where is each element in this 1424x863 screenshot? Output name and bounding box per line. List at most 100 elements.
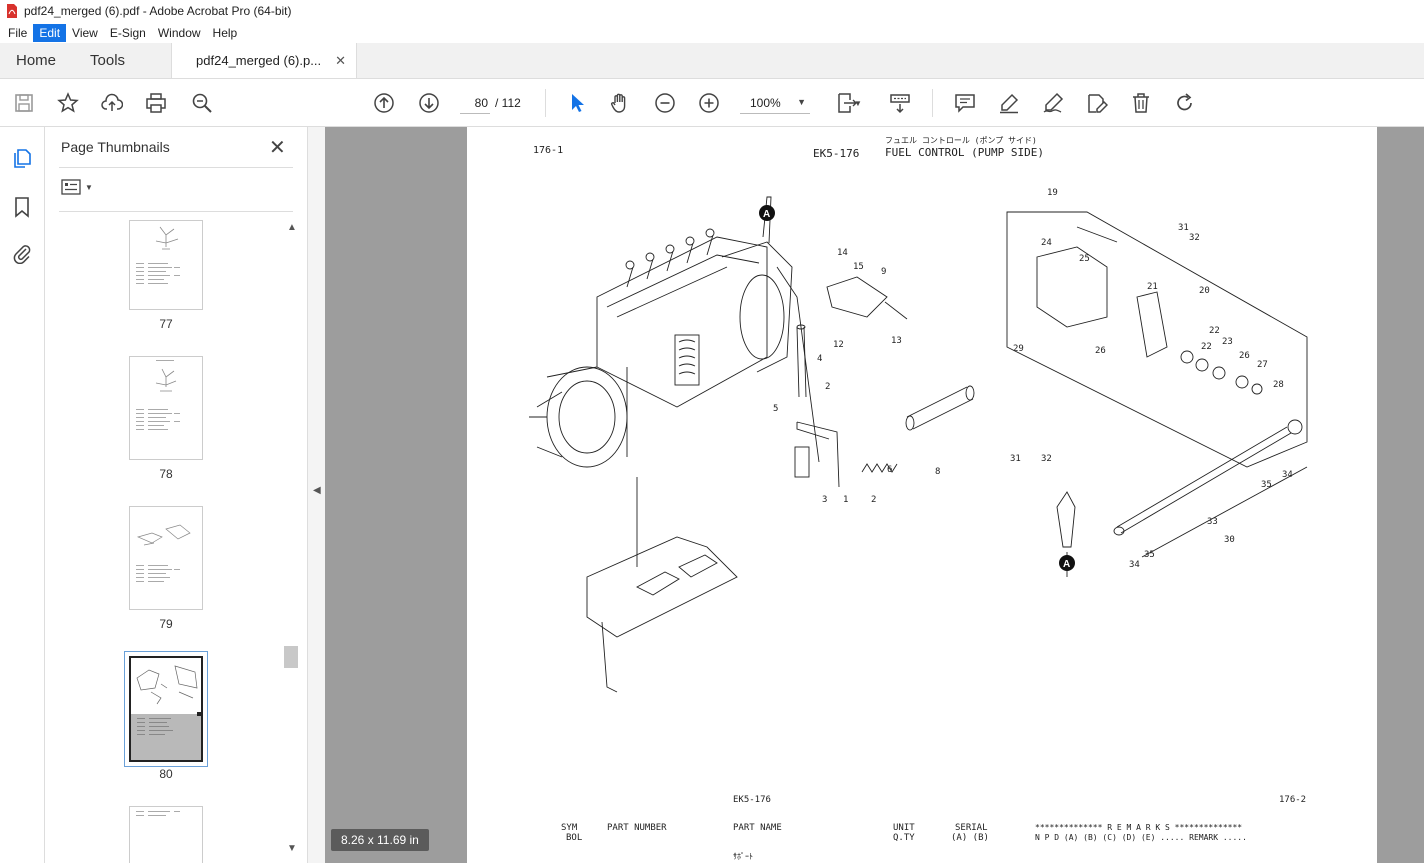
attachments-paperclip-icon[interactable] xyxy=(10,241,34,265)
chevron-down-icon: ▼ xyxy=(797,97,806,107)
rotate-icon[interactable] xyxy=(1173,91,1197,115)
highlight-pen-icon[interactable] xyxy=(997,91,1021,115)
delete-trash-icon[interactable] xyxy=(1129,91,1153,115)
column-qty: Q.TY xyxy=(893,833,915,843)
toolbar: / 112 100% ▼ ▼ xyxy=(0,79,1424,127)
close-panel-icon[interactable]: ✕ xyxy=(269,135,286,160)
thumbnail-options-menu[interactable]: ▼ xyxy=(61,179,93,195)
collapse-panel-handle[interactable]: ◀ xyxy=(307,127,325,863)
document-view[interactable]: 176-1 EK5-176 フュエル コントロール (ポンプ サイド) FUEL… xyxy=(325,127,1424,863)
scroll-mode-icon[interactable] xyxy=(888,91,912,115)
bookmarks-icon[interactable] xyxy=(10,195,34,219)
svg-text:34: 34 xyxy=(1282,470,1293,480)
menu-file[interactable]: File xyxy=(2,24,33,42)
zoom-out-icon[interactable] xyxy=(653,91,677,115)
sign-pen-icon[interactable] xyxy=(1041,91,1065,115)
svg-text:23: 23 xyxy=(1222,337,1233,347)
menu-esign[interactable]: E-Sign xyxy=(104,24,152,42)
svg-text:33: 33 xyxy=(1207,517,1218,527)
parts-diagram: A A 1 2 2 3 4 5 6 8 9 12 13 14 15 19 20 … xyxy=(529,188,1308,693)
column-part-number: PART NUMBER xyxy=(607,823,667,833)
tab-tools[interactable]: Tools xyxy=(72,43,141,78)
svg-text:14: 14 xyxy=(837,248,848,258)
title-bar: pdf24_merged (6).pdf - Adobe Acrobat Pro… xyxy=(0,0,1424,22)
hand-tool-icon[interactable] xyxy=(608,91,632,115)
thumbnail-page-77[interactable] xyxy=(129,220,203,310)
svg-text:15: 15 xyxy=(853,262,864,272)
scrollbar-thumb[interactable] xyxy=(284,646,298,668)
svg-text:32: 32 xyxy=(1189,233,1200,243)
column-sym: SYM xyxy=(561,823,578,833)
svg-text:2: 2 xyxy=(871,495,876,505)
svg-text:26: 26 xyxy=(1239,351,1250,361)
scroll-down-icon[interactable]: ▼ xyxy=(287,843,297,854)
select-cursor-icon[interactable] xyxy=(565,91,589,115)
menu-edit[interactable]: Edit xyxy=(33,23,67,42)
zoom-search-icon[interactable] xyxy=(190,91,214,115)
tab-home[interactable]: Home xyxy=(0,43,72,78)
comment-icon[interactable] xyxy=(953,91,977,115)
svg-text:3: 3 xyxy=(822,495,827,505)
marker-a-bottom: A xyxy=(1063,559,1070,570)
left-navigation-rail xyxy=(0,127,45,863)
upload-cloud-icon[interactable] xyxy=(100,91,124,115)
page-count: / 112 xyxy=(495,96,521,110)
chevron-down-icon[interactable]: ▼ xyxy=(852,91,864,115)
svg-text:21: 21 xyxy=(1147,282,1158,292)
first-part-name: ｻﾎﾟｰﾄ xyxy=(733,852,753,861)
svg-text:22: 22 xyxy=(1201,342,1212,352)
thumbnail-page-80[interactable] xyxy=(124,651,208,767)
toolbar-divider xyxy=(545,89,546,117)
bookmark-star-icon[interactable] xyxy=(56,91,80,115)
thumbnail-scrollbar[interactable]: ▲ ▼ xyxy=(284,222,300,858)
tab-document[interactable]: pdf24_merged (6).p... ✕ xyxy=(171,43,357,78)
thumbnail-page-78[interactable] xyxy=(129,356,203,460)
page-thumbnails-icon[interactable] xyxy=(10,147,34,171)
next-page-icon[interactable] xyxy=(417,91,441,115)
previous-page-icon[interactable] xyxy=(372,91,396,115)
menu-window[interactable]: Window xyxy=(152,24,207,42)
footer-page-ref: 176-2 xyxy=(1279,795,1307,805)
document-scroll-gutter[interactable] xyxy=(1377,127,1424,863)
menu-bar: File Edit View E-Sign Window Help xyxy=(0,22,1424,43)
window-title: pdf24_merged (6).pdf - Adobe Acrobat Pro… xyxy=(24,4,292,18)
thumbnail-label: 79 xyxy=(159,617,173,631)
collapse-arrow-icon: ◀ xyxy=(313,485,321,496)
column-unit: UNIT xyxy=(893,823,915,833)
svg-text:20: 20 xyxy=(1199,286,1210,296)
zoom-in-icon[interactable] xyxy=(697,91,721,115)
svg-text:31: 31 xyxy=(1010,454,1021,464)
footer-code: EK5-176 xyxy=(733,795,771,805)
svg-text:8: 8 xyxy=(935,467,940,477)
zoom-level-select[interactable]: 100% ▼ xyxy=(740,92,810,114)
svg-text:4: 4 xyxy=(817,354,822,364)
scroll-up-icon[interactable]: ▲ xyxy=(287,222,297,233)
print-icon[interactable] xyxy=(144,91,168,115)
menu-view[interactable]: View xyxy=(66,24,104,42)
zoom-level-value: 100% xyxy=(750,95,781,110)
svg-text:30: 30 xyxy=(1224,535,1235,545)
marker-a-top: A xyxy=(763,209,770,220)
svg-text:22: 22 xyxy=(1209,326,1220,336)
page-title: FUEL CONTROL (PUMP SIDE) xyxy=(885,146,1044,159)
svg-text:25: 25 xyxy=(1079,254,1090,264)
svg-text:2: 2 xyxy=(825,382,830,392)
edit-pdf-icon[interactable] xyxy=(1085,91,1109,115)
page-size-indicator: 8.26 x 11.69 in xyxy=(331,829,429,851)
tab-bar: Home Tools pdf24_merged (6).p... ✕ xyxy=(0,43,1424,79)
thumbnail-page-79[interactable] xyxy=(129,506,203,610)
menu-help[interactable]: Help xyxy=(207,24,244,42)
close-tab-icon[interactable]: ✕ xyxy=(335,53,346,69)
page-number-input[interactable] xyxy=(460,92,490,114)
page-ref-left: 176-1 xyxy=(533,145,564,156)
svg-text:27: 27 xyxy=(1257,360,1268,370)
toolbar-divider xyxy=(932,89,933,117)
column-remarks: ************** R E M A R K S ***********… xyxy=(1035,823,1243,832)
thumbnail-label: 80 xyxy=(159,767,173,781)
pdf-file-icon xyxy=(7,4,17,18)
thumbnail-page-81[interactable] xyxy=(129,806,203,863)
panel-title: Page Thumbnails xyxy=(61,139,170,155)
chevron-down-icon: ▼ xyxy=(85,182,93,192)
save-icon[interactable] xyxy=(12,91,36,115)
svg-text:34: 34 xyxy=(1129,560,1140,570)
